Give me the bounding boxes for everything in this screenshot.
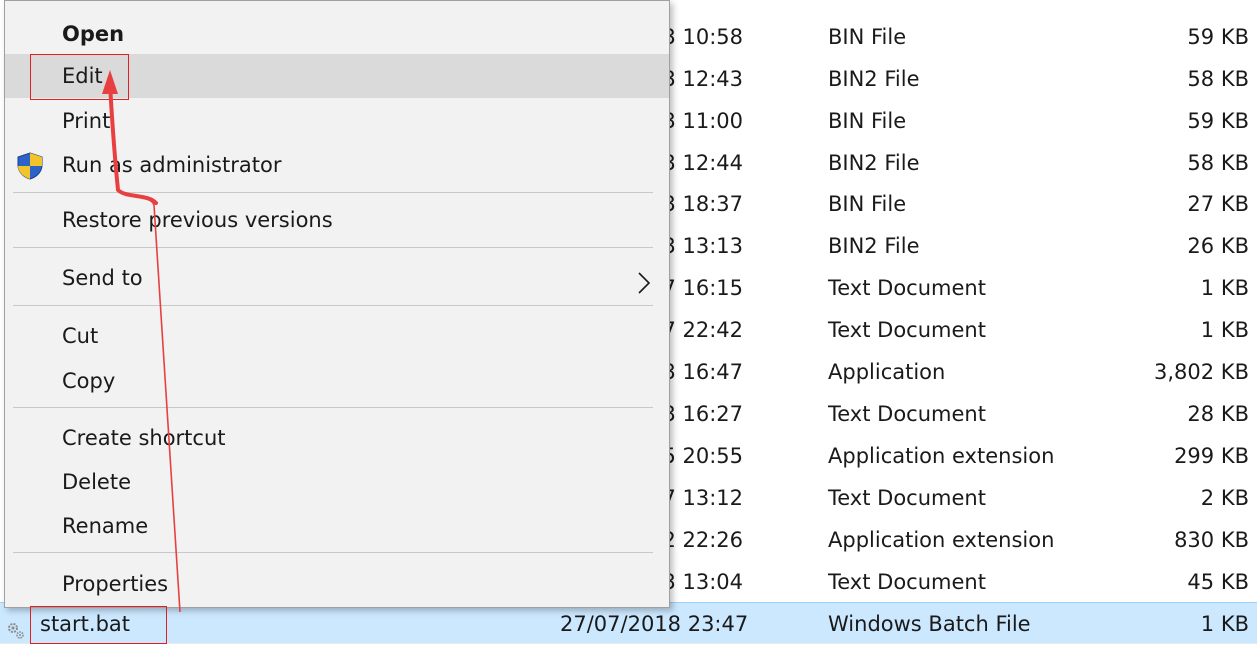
menu-item-send-to[interactable]: Send to (5, 256, 669, 300)
menu-item-label: Open (62, 22, 125, 46)
menu-item-copy[interactable]: Copy (5, 359, 669, 403)
menu-item-properties[interactable]: Properties (5, 562, 669, 606)
file-type: Application extension (828, 444, 1055, 468)
menu-item-label: Print (62, 109, 111, 133)
file-size: 26 KB (1187, 234, 1249, 258)
file-size: 830 KB (1174, 528, 1249, 552)
file-size: 1 KB (1200, 318, 1249, 342)
menu-item-label: Send to (62, 266, 143, 290)
menu-separator (13, 305, 653, 306)
file-size: 58 KB (1187, 67, 1249, 91)
menu-item-label: Create shortcut (62, 426, 226, 450)
file-size: 59 KB (1187, 25, 1249, 49)
file-type: Text Document (828, 570, 986, 594)
file-size: 59 KB (1187, 109, 1249, 133)
file-type: Text Document (828, 276, 986, 300)
file-size: 45 KB (1187, 570, 1249, 594)
menu-item-label: Rename (62, 514, 149, 538)
menu-separator (13, 247, 653, 248)
file-type: Application (828, 360, 946, 384)
file-type: Text Document (828, 402, 986, 426)
file-type: BIN File (828, 25, 907, 49)
file-type: BIN2 File (828, 234, 920, 258)
file-size: 58 KB (1187, 151, 1249, 175)
file-type: BIN2 File (828, 67, 920, 91)
menu-item-label: Copy (62, 369, 116, 393)
file-size: 27 KB (1187, 192, 1249, 216)
annotation-box-start-bat (30, 606, 167, 644)
menu-item-print[interactable]: Print (5, 99, 669, 143)
file-row-selected[interactable]: start.bat 27/07/2018 23:47 Windows Batch… (0, 602, 1257, 644)
menu-item-label: Properties (62, 572, 169, 596)
file-type: Application extension (828, 528, 1055, 552)
file-type: Text Document (828, 486, 986, 510)
menu-item-create-shortcut[interactable]: Create shortcut (5, 416, 669, 460)
file-size: 1 KB (1200, 276, 1249, 300)
annotation-box-edit (30, 54, 129, 100)
menu-separator (13, 407, 653, 408)
file-date: 27/07/2018 23:47 (560, 612, 749, 636)
menu-item-rename[interactable]: Rename (5, 504, 669, 548)
file-size: 3,802 KB (1154, 360, 1249, 384)
menu-item-cut[interactable]: Cut (5, 314, 669, 358)
uac-shield-icon (15, 151, 45, 181)
menu-item-label: Delete (62, 470, 131, 494)
menu-separator (13, 552, 653, 553)
divider (0, 643, 1257, 644)
menu-item-delete[interactable]: Delete (5, 460, 669, 504)
file-size: 28 KB (1187, 402, 1249, 426)
menu-item-label: Restore previous versions (62, 208, 333, 232)
file-size: 2 KB (1200, 486, 1249, 510)
file-type: BIN File (828, 192, 907, 216)
file-type: Windows Batch File (828, 612, 1031, 636)
chevron-right-icon (631, 266, 655, 294)
file-size: 1 KB (1200, 612, 1249, 636)
menu-item-label: Run as administrator (62, 153, 282, 177)
menu-item-label: Cut (62, 324, 99, 348)
menu-item-open[interactable]: Open (5, 12, 669, 56)
explorer-window: 3 10:58 BIN File 59 KB 3 12:43 BIN2 File… (0, 0, 1257, 647)
file-type: BIN File (828, 109, 907, 133)
menu-separator (13, 192, 653, 193)
file-type: BIN2 File (828, 151, 920, 175)
menu-item-restore-previous-versions[interactable]: Restore previous versions (5, 198, 669, 242)
file-type: Text Document (828, 318, 986, 342)
menu-item-run-as-administrator[interactable]: Run as administrator (5, 143, 669, 187)
file-size: 299 KB (1174, 444, 1249, 468)
batch-file-icon (6, 613, 26, 639)
